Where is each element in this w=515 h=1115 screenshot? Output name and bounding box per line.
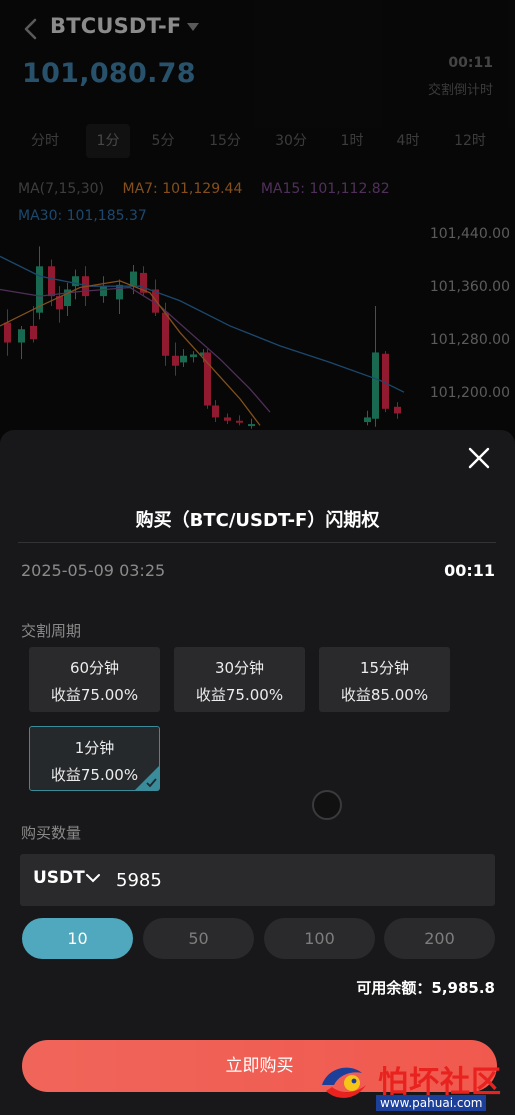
period-duration: 1分钟 [74,739,115,757]
available-balance: 可用余额：5,985.8 [356,979,495,997]
period-duration: 15分钟 [359,659,410,677]
quick-amount-50[interactable]: 50 [143,918,254,959]
quick-amount-100[interactable]: 100 [264,918,375,959]
purchase-sheet: 购买（BTC/USDT-F）闪期权 2025-05-09 03:25 00:11… [0,430,515,1115]
period-rate: 收益75.00% [195,686,284,704]
sheet-title: 购买（BTC/USDT-F）闪期权 [135,510,380,531]
selected-check-icon [135,766,159,790]
watermark-logo-icon [322,1067,366,1098]
period-rate: 收益85.00% [340,686,429,704]
period-duration: 60分钟 [69,659,120,677]
loading-spinner-icon [312,790,342,820]
period-option-30m[interactable]: 30分钟 收益75.00% [174,647,305,712]
period-option-15m[interactable]: 15分钟 收益85.00% [319,647,450,712]
quick-amount-200[interactable]: 200 [384,918,495,959]
chevron-down-icon[interactable] [86,873,100,883]
quick-amount-10[interactable]: 10 [22,918,133,959]
watermark-url: www.pahuai.com [376,1095,487,1111]
period-option-60m[interactable]: 60分钟 收益75.00% [29,647,160,712]
amount-input[interactable] [116,864,476,896]
period-duration: 30分钟 [214,659,265,677]
watermark: 怕坏社区 www.pahuai.com [316,1055,515,1115]
amount-label: 购买数量 [21,824,82,842]
divider [18,542,496,543]
period-option-1m[interactable]: 1分钟 收益75.00% [29,726,160,791]
order-date: 2025-05-09 03:25 [21,561,166,580]
order-countdown: 00:11 [444,561,495,580]
period-label: 交割周期 [21,622,82,640]
period-rate: 收益75.00% [50,686,139,704]
amount-field: USDT [20,854,495,906]
currency-selector[interactable]: USDT [33,868,85,888]
close-icon[interactable] [467,446,491,470]
